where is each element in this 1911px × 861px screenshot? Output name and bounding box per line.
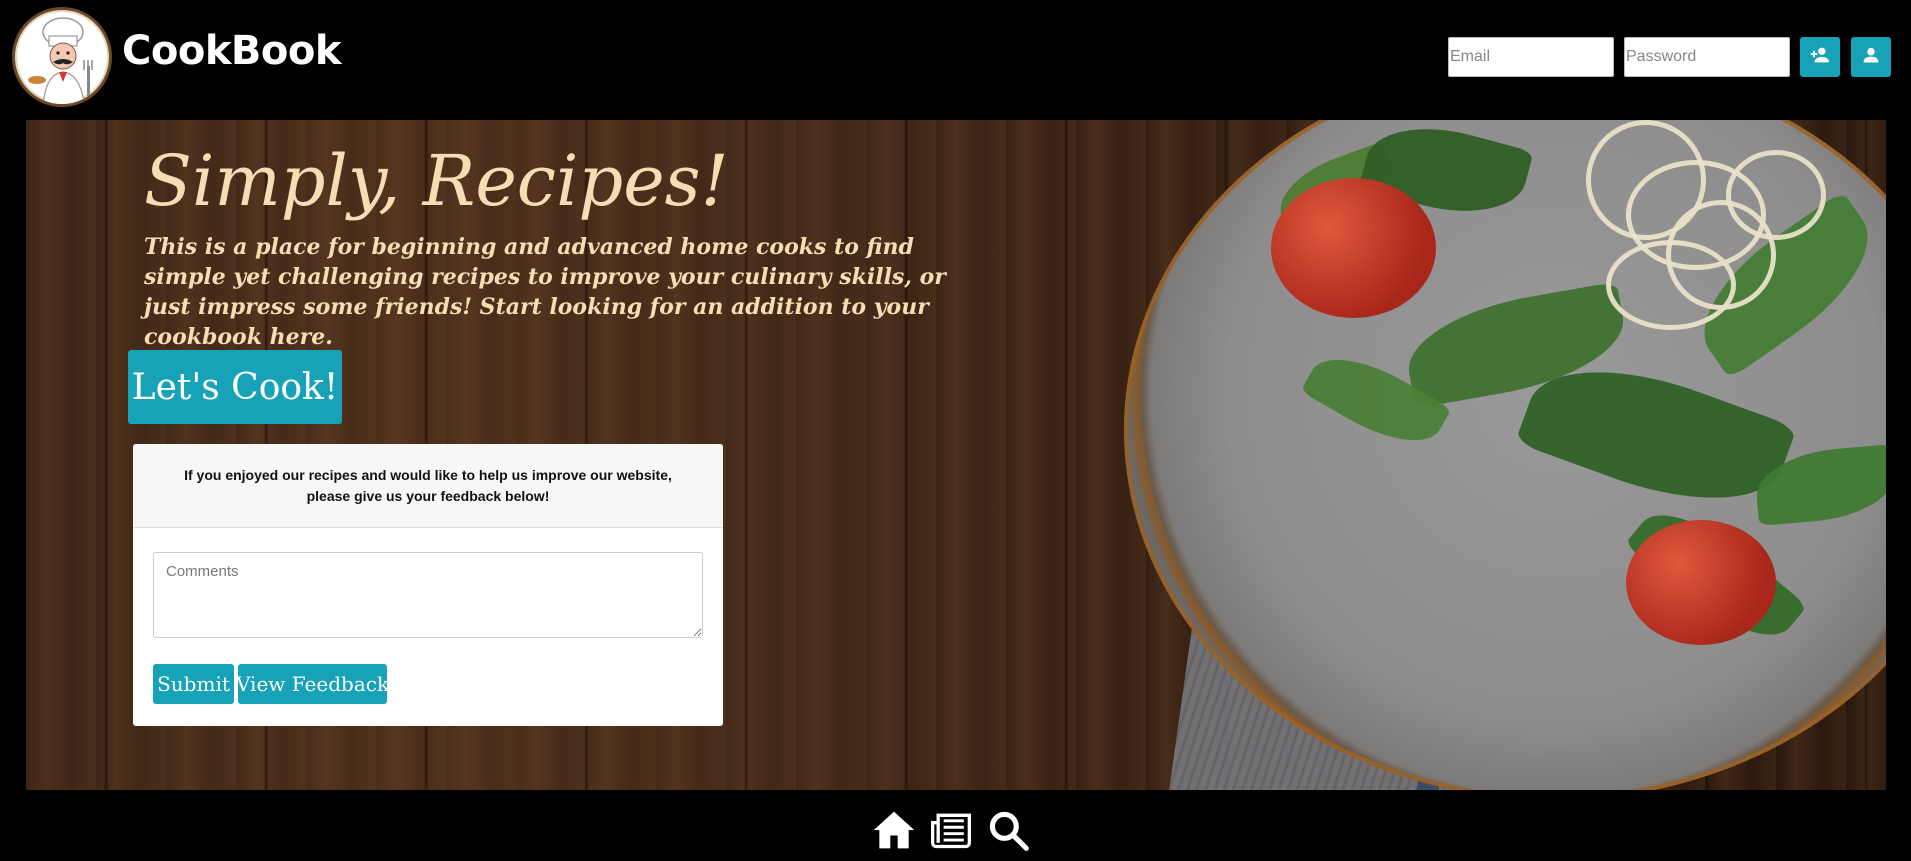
chef-logo-icon[interactable] — [12, 7, 112, 107]
comments-field[interactable] — [153, 552, 703, 638]
tomato-image — [1626, 520, 1776, 645]
newspaper-icon[interactable] — [929, 808, 973, 852]
login-button[interactable] — [1851, 37, 1891, 77]
user-icon — [1861, 45, 1881, 69]
signup-button[interactable] — [1800, 37, 1840, 77]
hero-description: This is a place for beginning and advanc… — [144, 234, 946, 350]
lets-cook-button[interactable]: Let's Cook! — [128, 350, 342, 424]
feedback-prompt: If you enjoyed our recipes and would lik… — [133, 444, 723, 528]
brand-name[interactable]: CookBook — [122, 28, 341, 74]
view-feedback-button[interactable]: View Feedback — [236, 664, 389, 704]
password-field[interactable] — [1624, 37, 1790, 77]
hero-banner: Simply, Recipes! This is a place for beg… — [26, 120, 1886, 790]
feedback-card: If you enjoyed our recipes and would lik… — [133, 444, 723, 726]
submit-button[interactable]: Submit — [153, 664, 234, 704]
hero-title: Simply, Recipes! — [144, 140, 729, 222]
user-plus-icon — [1809, 44, 1831, 70]
search-icon[interactable] — [986, 808, 1030, 852]
home-icon[interactable] — [872, 808, 916, 852]
email-field[interactable] — [1448, 37, 1614, 77]
tomato-image — [1271, 178, 1436, 318]
